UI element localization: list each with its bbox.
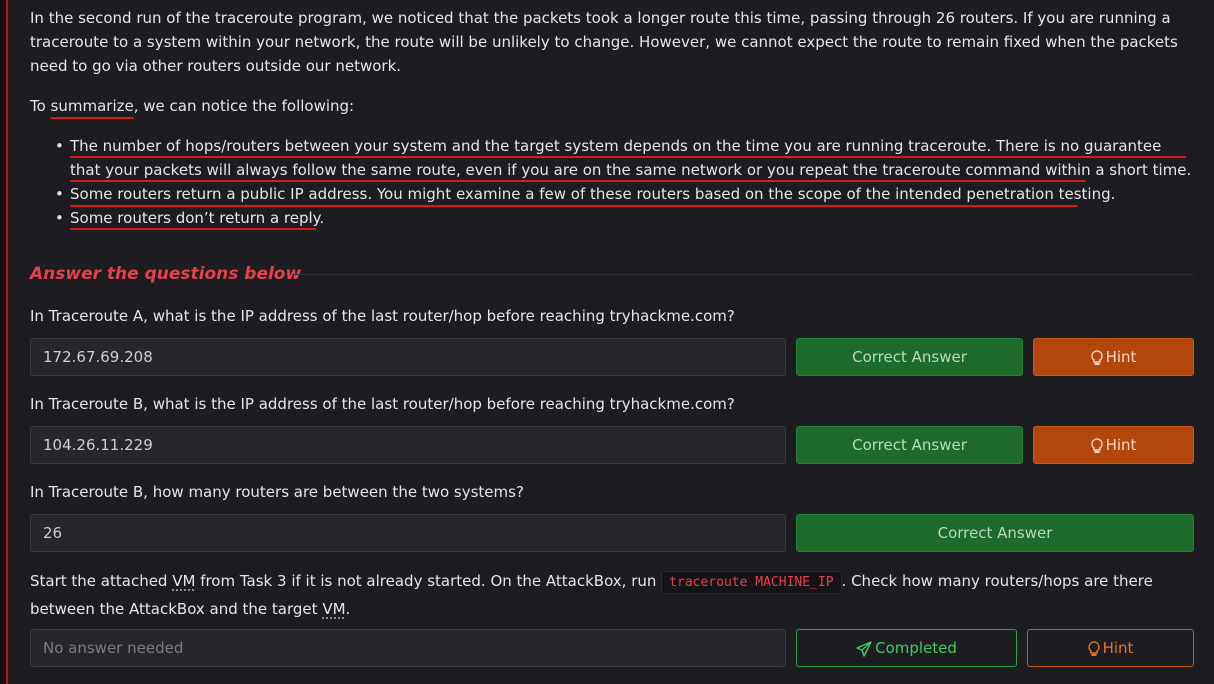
answer-field-2[interactable]: 104.26.11.229 — [30, 426, 786, 464]
answer-field-3[interactable]: 26 — [30, 514, 786, 552]
summary-suffix: , we can notice the following: — [133, 97, 355, 115]
list-item: The number of hops/routers between your … — [55, 134, 1194, 182]
correct-answer-button[interactable]: Correct Answer — [796, 426, 1023, 464]
answer-field-4[interactable]: No answer needed — [30, 629, 786, 667]
hint-button[interactable]: Hint — [1027, 629, 1194, 667]
vm-abbr: VM — [172, 572, 196, 590]
question-3-text: In Traceroute B, how many routers are be… — [30, 483, 524, 501]
q4-text-b: from Task 3 if it is not already started… — [195, 572, 662, 590]
lightbulb-icon — [1090, 437, 1103, 453]
annotation-underline — [70, 180, 1086, 182]
question-2-text: In Traceroute B, what is the IP address … — [30, 395, 735, 413]
answer-section-title: Answer the questions below — [30, 264, 302, 284]
intro-paragraph: In the second run of the traceroute prog… — [30, 9, 1178, 75]
q4-text-d: . — [345, 600, 351, 618]
answer-field-1[interactable]: 172.67.69.208 — [30, 338, 786, 376]
list-item: Some routers don’t return a reply. — [55, 206, 1194, 230]
hint-button[interactable]: Hint — [1033, 426, 1194, 464]
section-divider — [294, 274, 1194, 275]
question-1-text: In Traceroute A, what is the IP address … — [30, 307, 735, 325]
hint-label: Hint — [1105, 348, 1137, 366]
lightbulb-icon — [1087, 640, 1100, 656]
correct-answer-button[interactable]: Correct Answer — [796, 514, 1194, 552]
summary-word: summarize — [50, 97, 134, 115]
question-4-text: Start the attached VM from Task 3 if it … — [30, 568, 1194, 622]
correct-answer-button[interactable]: Correct Answer — [796, 338, 1023, 376]
annotation-underline — [70, 156, 1186, 158]
list-item: Some routers return a public IP address.… — [55, 182, 1194, 206]
vm-abbr: VM — [322, 600, 346, 618]
summary-prefix: To — [30, 97, 51, 115]
lightbulb-icon — [1090, 349, 1103, 365]
completed-label: Completed — [875, 639, 957, 657]
q4-text-a: Start the attached — [30, 572, 173, 590]
annotation-underline — [70, 228, 316, 230]
hint-button[interactable]: Hint — [1033, 338, 1194, 376]
paper-plane-icon — [856, 640, 872, 657]
summary-list: The number of hops/routers between your … — [55, 134, 1194, 230]
completed-button[interactable]: Completed — [796, 629, 1017, 667]
summary-line: To summarize, we can notice the followin… — [30, 94, 354, 118]
hint-label: Hint — [1102, 639, 1134, 657]
command-code: traceroute MACHINE_IP — [661, 571, 842, 594]
left-red-accent — [6, 0, 8, 684]
hint-label: Hint — [1105, 436, 1137, 454]
annotation-underline — [70, 205, 1078, 207]
